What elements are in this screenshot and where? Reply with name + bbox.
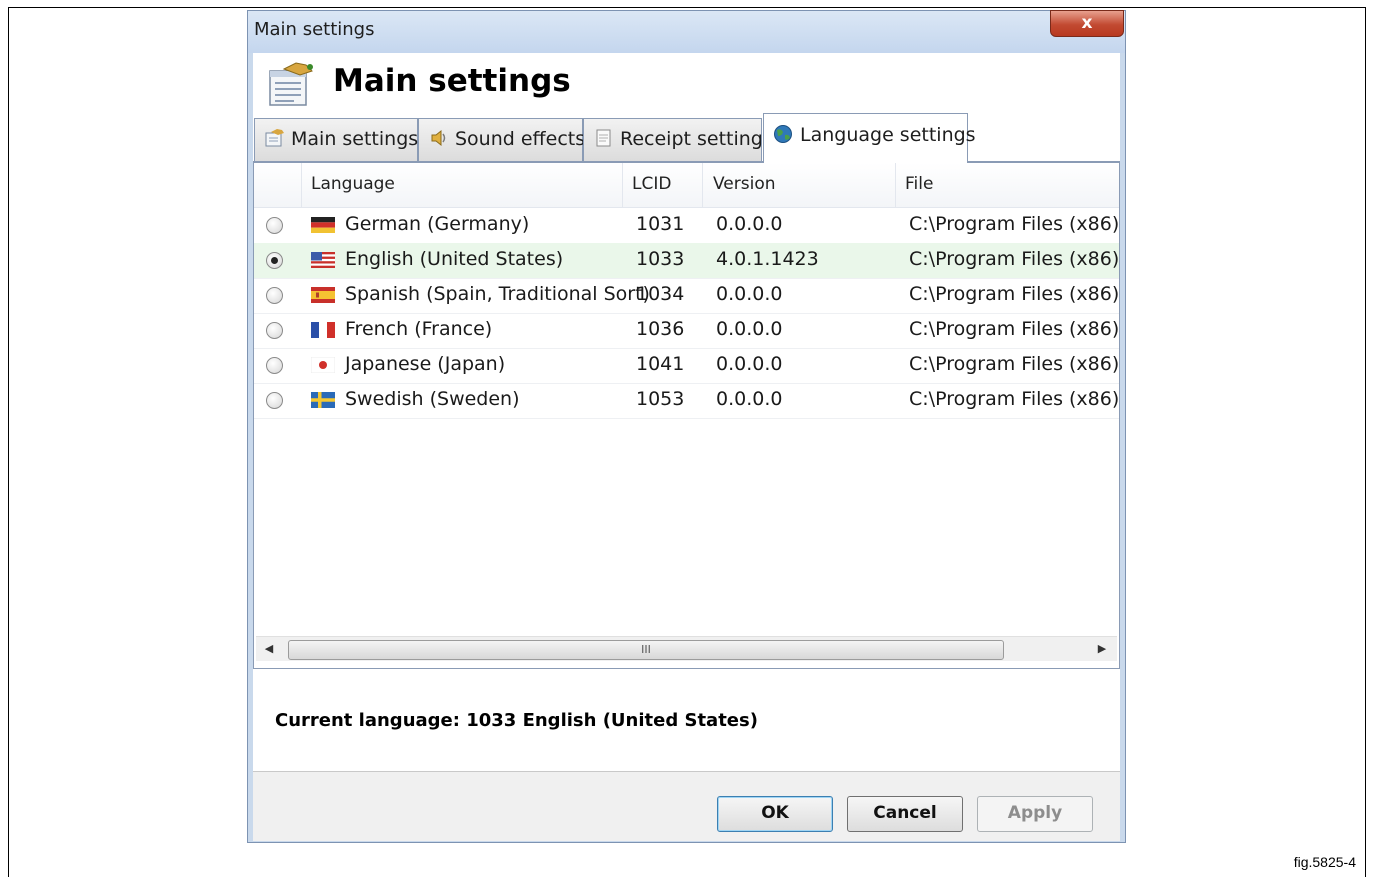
globe-icon bbox=[774, 124, 792, 143]
scrollbar-thumb[interactable]: III bbox=[288, 640, 1004, 660]
horizontal-scrollbar[interactable]: ◀ III ▶ bbox=[256, 636, 1117, 661]
tab-sound-effects[interactable]: Sound effects bbox=[418, 118, 586, 161]
column-divider bbox=[702, 163, 703, 207]
close-button[interactable]: x bbox=[1050, 10, 1124, 37]
current-language-label: Current language: 1033 English (United S… bbox=[275, 710, 758, 731]
column-divider bbox=[301, 163, 302, 207]
tab-label: Receipt settings bbox=[620, 128, 773, 150]
row-radio[interactable] bbox=[266, 357, 283, 374]
column-header: Language LCID Version File bbox=[254, 163, 1119, 208]
cell-language: English (United States) bbox=[345, 248, 564, 270]
cell-language: Swedish (Sweden) bbox=[345, 388, 520, 410]
cell-language: Japanese (Japan) bbox=[345, 353, 506, 375]
cell-file: C:\Program Files (x86)\El bbox=[909, 213, 1119, 235]
cell-version: 0.0.0.0 bbox=[716, 213, 783, 235]
cell-file: C:\Program Files (x86)\El bbox=[909, 248, 1119, 270]
language-list: Language LCID Version File German (Germa… bbox=[253, 162, 1120, 669]
figure-label: fig.5825-4 bbox=[1293, 854, 1356, 870]
client-area: Main settings Main settings Sound effect… bbox=[253, 53, 1120, 841]
settings-icon bbox=[265, 128, 284, 146]
row-radio[interactable] bbox=[266, 252, 283, 269]
button-bar: OK Cancel Apply bbox=[253, 771, 1120, 841]
cell-version: 0.0.0.0 bbox=[716, 283, 783, 305]
cell-file: C:\Program Files (x86)\El bbox=[909, 388, 1119, 410]
cell-version: 4.0.1.1423 bbox=[716, 248, 819, 270]
window-title: Main settings bbox=[254, 19, 375, 40]
table-row[interactable]: English (United States) 1033 4.0.1.1423 … bbox=[254, 243, 1119, 279]
cell-version: 0.0.0.0 bbox=[716, 388, 783, 410]
table-row[interactable]: Japanese (Japan) 1041 0.0.0.0 C:\Program… bbox=[254, 348, 1119, 384]
tab-language-settings[interactable]: Language settings bbox=[763, 113, 976, 163]
scroll-right-icon[interactable]: ▶ bbox=[1093, 640, 1111, 658]
cell-lcid: 1031 bbox=[636, 213, 685, 235]
speaker-icon bbox=[431, 129, 446, 146]
cell-file: C:\Program Files (x86)\El bbox=[909, 318, 1119, 340]
page-title: Main settings bbox=[333, 63, 571, 99]
swedish-flag-icon bbox=[311, 392, 335, 408]
ok-button[interactable]: OK bbox=[717, 796, 833, 832]
column-version[interactable]: Version bbox=[713, 174, 776, 194]
table-row[interactable]: Spanish (Spain, Traditional Sort) 1034 0… bbox=[254, 278, 1119, 314]
tab-strip: Main settings Sound effects Receipt sett… bbox=[253, 113, 1120, 163]
spanish-flag-icon bbox=[311, 287, 335, 303]
cell-language: Spanish (Spain, Traditional Sort) bbox=[345, 283, 650, 305]
tab-label: Main settings bbox=[291, 128, 419, 150]
settings-document-icon bbox=[269, 62, 313, 106]
row-radio[interactable] bbox=[266, 287, 283, 304]
cell-language: German (Germany) bbox=[345, 213, 530, 235]
cell-lcid: 1053 bbox=[636, 388, 685, 410]
tab-label: Language settings bbox=[800, 124, 976, 146]
cell-version: 0.0.0.0 bbox=[716, 318, 783, 340]
cell-lcid: 1036 bbox=[636, 318, 685, 340]
cell-lcid: 1033 bbox=[636, 248, 685, 270]
german-flag-icon bbox=[311, 217, 335, 233]
receipt-icon bbox=[596, 129, 611, 146]
scroll-left-icon[interactable]: ◀ bbox=[260, 640, 278, 658]
row-radio[interactable] bbox=[266, 392, 283, 409]
tab-main-settings[interactable]: Main settings bbox=[254, 118, 418, 161]
row-radio[interactable] bbox=[266, 322, 283, 339]
cell-version: 0.0.0.0 bbox=[716, 353, 783, 375]
column-file[interactable]: File bbox=[905, 174, 933, 194]
table-row[interactable]: German (Germany) 1031 0.0.0.0 C:\Program… bbox=[254, 208, 1119, 244]
cell-lcid: 1041 bbox=[636, 353, 685, 375]
cell-file: C:\Program Files (x86)\El bbox=[909, 283, 1119, 305]
japanese-flag-icon bbox=[311, 357, 335, 373]
row-radio[interactable] bbox=[266, 217, 283, 234]
table-row[interactable]: Swedish (Sweden) 1053 0.0.0.0 C:\Program… bbox=[254, 383, 1119, 419]
column-divider bbox=[622, 163, 623, 207]
cell-language: French (France) bbox=[345, 318, 493, 340]
tab-label: Sound effects bbox=[455, 128, 586, 150]
cancel-button[interactable]: Cancel bbox=[847, 796, 963, 832]
table-row[interactable]: French (France) 1036 0.0.0.0 C:\Program … bbox=[254, 313, 1119, 349]
us-flag-icon bbox=[311, 252, 335, 268]
french-flag-icon bbox=[311, 322, 335, 338]
cell-file: C:\Program Files (x86)\El bbox=[909, 353, 1119, 375]
apply-button[interactable]: Apply bbox=[977, 796, 1093, 832]
column-divider bbox=[895, 163, 896, 207]
cell-lcid: 1034 bbox=[636, 283, 685, 305]
column-language[interactable]: Language bbox=[311, 174, 395, 194]
column-lcid[interactable]: LCID bbox=[632, 174, 671, 194]
title-bar: Main settings x bbox=[248, 10, 1125, 53]
settings-window: Main settings x Main settings Main setti… bbox=[247, 10, 1126, 843]
tab-receipt-settings[interactable]: Receipt settings bbox=[583, 118, 773, 161]
